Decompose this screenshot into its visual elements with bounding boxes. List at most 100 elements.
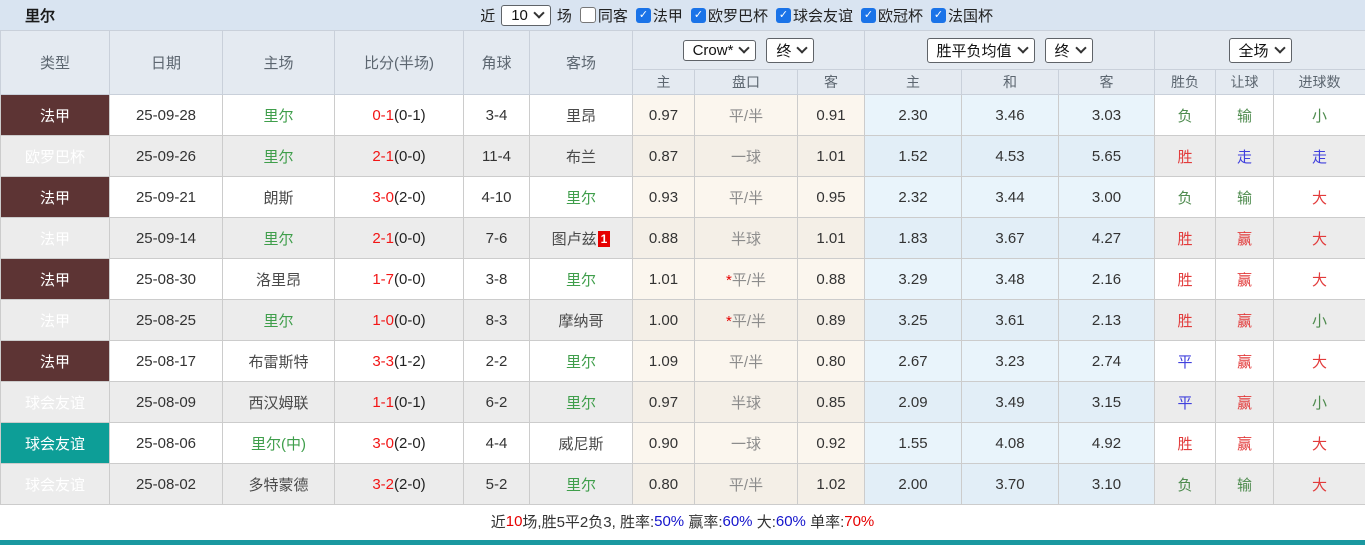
- club-friendly-label[interactable]: 球会友谊: [793, 5, 853, 26]
- date-cell: 25-08-17: [109, 340, 223, 382]
- date-cell: 25-08-30: [109, 258, 223, 300]
- away-team-cell: 里尔: [529, 381, 633, 423]
- date-cell: 25-09-28: [109, 94, 223, 136]
- goals-result-cell: 大: [1273, 463, 1365, 505]
- odds-home-cell: 0.88: [632, 217, 695, 259]
- section-divider-bar: [0, 540, 1365, 545]
- handicap-cell: 半球: [694, 381, 798, 423]
- league-filter-europa: ✓ 欧罗巴杯: [690, 5, 768, 26]
- subcol-handicap-result: 让球: [1215, 69, 1275, 95]
- avg-away-cell: 4.92: [1058, 422, 1156, 464]
- summary-segment: 70%: [844, 512, 875, 530]
- chevron-down-icon: [1273, 42, 1286, 54]
- league-filter-coupe-de-france: ✓ 法国杯: [930, 5, 993, 26]
- handicap-result-cell: 赢: [1215, 258, 1275, 300]
- odds-company-value: Crow*: [692, 41, 734, 59]
- summary-segment: 单率:: [805, 513, 845, 531]
- home-team-name: 朗斯: [263, 189, 294, 207]
- home-team-cell: 朗斯: [222, 176, 335, 218]
- avg-home-cell: 2.32: [864, 176, 963, 218]
- europa-league-label[interactable]: 欧罗巴杯: [708, 5, 768, 26]
- odds-home-cell: 0.97: [632, 94, 695, 136]
- odds-home-cell: 0.87: [632, 135, 695, 177]
- avg-draw-cell: 3.67: [961, 217, 1060, 259]
- corner-cell: 2-2: [463, 340, 530, 382]
- matches-label: 场: [556, 7, 572, 25]
- checkbox-champions-league[interactable]: ✓: [860, 7, 876, 23]
- home-team-cell: 里尔: [222, 94, 335, 136]
- ligue1-label[interactable]: 法甲: [653, 5, 683, 26]
- checkbox-coupe-de-france[interactable]: ✓: [930, 7, 946, 23]
- checkbox-europa-league[interactable]: ✓: [690, 7, 706, 23]
- fulltime-score: 3-3: [372, 352, 394, 370]
- handicap-text: 平/半: [728, 476, 764, 494]
- summary-segment: 60%: [722, 512, 753, 530]
- fulltime-score: 3-0: [372, 434, 394, 452]
- date-cell: 25-09-14: [109, 217, 223, 259]
- fulltime-score: 1-0: [372, 311, 394, 329]
- avg-draw-cell: 3.49: [961, 381, 1060, 423]
- avg-away-cell: 2.13: [1058, 299, 1156, 341]
- away-team-name: 里尔: [565, 353, 596, 371]
- summary-segment: 50%: [654, 512, 685, 530]
- date-cell: 25-08-02: [109, 463, 223, 505]
- goals-result-cell: 大: [1273, 176, 1365, 218]
- odds-company-select[interactable]: Crow*: [682, 39, 757, 61]
- league-type-cell: 球会友谊: [0, 381, 110, 423]
- league-filter-champions-league: ✓ 欧冠杯: [860, 5, 923, 26]
- handicap-result-cell: 赢: [1215, 422, 1275, 464]
- handicap-result-cell: 赢: [1215, 299, 1275, 341]
- avg-draw-cell: 3.48: [961, 258, 1060, 300]
- away-team-name: 威尼斯: [558, 435, 604, 453]
- away-team-name: 图卢兹: [551, 230, 597, 248]
- same-away-label[interactable]: 同客: [598, 5, 628, 26]
- avg-draw-cell: 4.53: [961, 135, 1060, 177]
- same-away-checkbox[interactable]: ✓: [579, 7, 596, 23]
- wdl-result-cell: 负: [1154, 463, 1217, 505]
- avg-metric-select[interactable]: 胜平负均值: [926, 37, 1035, 63]
- wdl-result-cell: 负: [1154, 94, 1217, 136]
- filter-controls: 近 10 场 ✓ 同客 ✓ 法甲 ✓ 欧罗巴杯 ✓: [480, 4, 993, 26]
- handicap-text: 半球: [730, 230, 761, 248]
- halftime-score: (0-0): [394, 311, 426, 329]
- date-cell: 25-08-06: [109, 422, 223, 464]
- coupe-de-france-label[interactable]: 法国杯: [948, 5, 993, 26]
- scope-value: 全场: [1238, 42, 1269, 60]
- checkbox-club-friendly[interactable]: ✓: [775, 7, 791, 23]
- odds-stage-select[interactable]: 终: [766, 37, 815, 63]
- handicap-text: 平/半: [731, 271, 766, 289]
- avg-draw-cell: 3.70: [961, 463, 1060, 505]
- subcol-wdl: 胜负: [1154, 69, 1217, 95]
- avg-home-cell: 2.09: [864, 381, 963, 423]
- goals-result-cell: 大: [1273, 422, 1365, 464]
- avg-home-cell: 2.30: [864, 94, 963, 136]
- avg-stage-select[interactable]: 终: [1044, 37, 1093, 63]
- league-type-cell: 球会友谊: [0, 463, 110, 505]
- away-team-name: 里尔: [565, 394, 596, 412]
- col-header-home: 主场: [222, 30, 335, 95]
- avg-away-cell: 3.03: [1058, 94, 1156, 136]
- odds-home-cell: 0.90: [632, 422, 695, 464]
- away-team-name: 里尔: [565, 189, 596, 207]
- champions-league-label[interactable]: 欧冠杯: [878, 5, 923, 26]
- subcol-avg-away: 客: [1058, 69, 1156, 95]
- home-team-name: 多特蒙德: [248, 476, 309, 494]
- goals-result-cell: 大: [1273, 340, 1365, 382]
- recent-count-select[interactable]: 10: [501, 4, 551, 26]
- odds-home-cell: 0.97: [632, 381, 695, 423]
- chevron-down-icon: [1074, 42, 1087, 54]
- wdl-result-cell: 胜: [1154, 135, 1217, 177]
- corner-cell: 3-4: [463, 94, 530, 136]
- checkbox-ligue1[interactable]: ✓: [635, 7, 651, 23]
- away-team-cell: 里尔: [529, 340, 633, 382]
- avg-draw-cell: 3.61: [961, 299, 1060, 341]
- chevron-down-icon: [738, 42, 751, 54]
- scope-select[interactable]: 全场: [1228, 37, 1292, 63]
- home-team-name: 里尔: [263, 107, 294, 125]
- handicap-result-cell: 赢: [1215, 381, 1275, 423]
- handicap-result-cell: 输: [1215, 463, 1275, 505]
- goals-result-cell: 大: [1273, 258, 1365, 300]
- halftime-score: (0-1): [394, 106, 426, 124]
- home-team-cell: 布雷斯特: [222, 340, 335, 382]
- handicap-cell: *平/半: [694, 299, 798, 341]
